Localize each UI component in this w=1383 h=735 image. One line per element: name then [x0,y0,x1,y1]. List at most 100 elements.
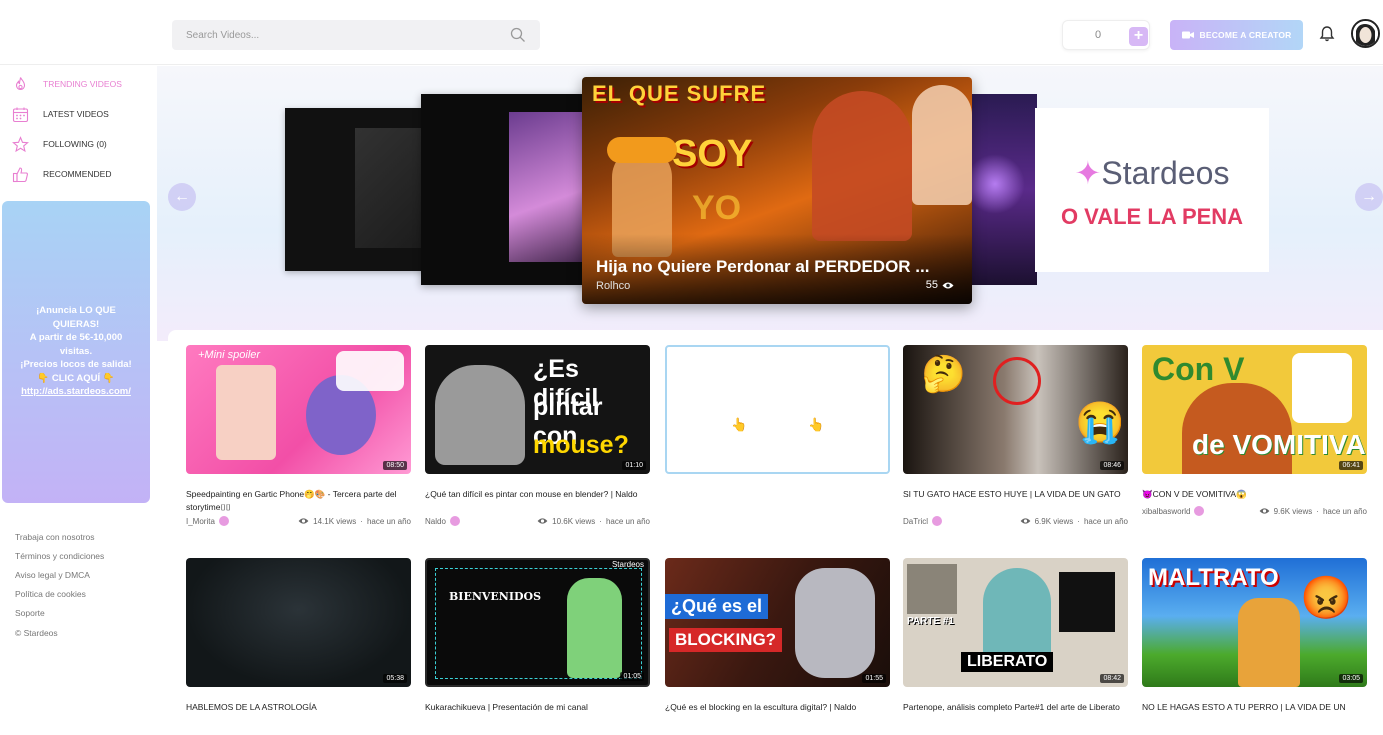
add-coins-button[interactable]: + [1129,27,1148,46]
video-duration: 03:05 [1339,674,1363,683]
star-icon [12,135,29,152]
video-card[interactable]: PARTE #1 LIBERATO 08:42 Partenope, análi… [903,558,1128,715]
search-bar[interactable] [172,20,540,50]
video-thumbnail[interactable]: Con V de VOMITIVA 06:41 [1142,345,1367,474]
video-thumbnail[interactable]: 🤔 😭 08:46 [903,345,1128,474]
video-meta: xibalbasworld 9.6K views · hace un año [1142,506,1367,516]
sidebar-item-following[interactable]: FOLLOWING (0) [12,134,107,154]
sidebar-item-recommended[interactable]: RECOMMENDED [12,164,111,184]
video-card[interactable]: 05:38 HABLEMOS DE LA ASTROLOGÍA [186,558,411,715]
flame-icon [15,76,26,90]
channel-name[interactable]: I_Morita [186,517,215,526]
carousel-prev-button[interactable]: ← [168,183,196,211]
video-title[interactable]: SI TU GATO HACE ESTO HUYE | LA VIDA DE U… [903,488,1128,514]
video-card[interactable]: +Mini spoiler 08:50 Speedpainting en Gar… [186,345,411,526]
hero-carousel: ← → ✦Stardeos O VALE LA PENA EL QUE SUFR… [157,66,1383,341]
thumb-text: 👆 [808,417,825,432]
video-card[interactable]: ¿Qué es el BLOCKING? 01:55 ¿Qué es el bl… [665,558,890,715]
sidebar-item-label: LATEST VIDEOS [43,109,109,119]
video-thumbnail[interactable]: BIENVENIDOS Stardeos 01:05 [425,558,650,687]
video-thumbnail[interactable]: ¿Es difícil pintar con mouse? 01:10 [425,345,650,474]
footer-link-cookies[interactable]: Política de cookies [15,589,86,599]
video-duration: 05:38 [383,674,407,683]
thumb-text: BLOCKING? [669,628,783,652]
bell-icon[interactable] [1318,25,1336,43]
footer-link-support[interactable]: Soporte [15,608,45,618]
calendar-icon [12,107,29,122]
featured-title[interactable]: Hija no Quiere Perdonar al PERDEDOR ... [596,257,929,277]
coin-balance: 0 + [1062,20,1150,50]
video-title[interactable]: ¿Qué es el blocking en la escultura digi… [665,701,890,715]
search-icon[interactable] [510,27,526,43]
video-card[interactable]: MALTRATO 😡 03:05 NO LE HAGAS ESTO A TU P… [1142,558,1367,715]
video-title[interactable]: HABLEMOS DE LA ASTROLOGÍA [186,701,411,715]
video-duration: 06:41 [1339,461,1363,470]
video-thumbnail[interactable]: ¿Qué es el BLOCKING? 01:55 [665,558,890,687]
become-creator-label: BECOME A CREATOR [1199,30,1292,40]
video-thumbnail[interactable]: +Mini spoiler 08:50 [186,345,411,474]
banner-tagline: O VALE LA PENA [1060,204,1244,229]
ad-link[interactable]: http://ads.stardeos.com/ [2,385,150,399]
featured-slide[interactable]: EL QUE SUFRE SOY YO Hija no Quiere Perdo… [582,77,972,304]
featured-thumb-text: YO [692,189,742,227]
carousel-next-button[interactable]: → [1355,183,1383,211]
ad-banner[interactable]: ¡Anuncia LO QUE QUIERAS! A partir de 5€-… [2,201,150,503]
video-thumbnail[interactable]: 05:38 [186,558,411,687]
video-card[interactable]: BIENVENIDOS Stardeos 01:05 Kukarachikuev… [425,558,650,715]
channel-name[interactable]: Naldo [425,517,446,526]
upload-age: hace un año [1083,516,1128,526]
video-title[interactable]: Kukarachikueva | Presentación de mi cana… [425,701,650,715]
featured-channel[interactable]: Rolhco [596,280,630,292]
video-meta: Naldo 10.6K views · hace un año [425,516,650,526]
thumb-text: de VOMITIVA [1192,429,1366,460]
video-duration: 08:42 [1100,674,1124,683]
avatar-image [1353,21,1378,46]
thumb-text: +Mini spoiler [198,349,261,361]
video-thumbnail[interactable]: MALTRATO 😡 03:05 [1142,558,1367,687]
video-duration: 08:46 [1100,461,1124,470]
video-card[interactable]: ¿Es difícil pintar con mouse? 01:10 ¿Qué… [425,345,650,526]
ad-line: 👇 CLIC AQUÍ 👇 [37,372,115,384]
verified-icon [1194,506,1205,516]
video-title[interactable]: NO LE HAGAS ESTO A TU PERRO | LA VIDA DE… [1142,701,1367,715]
footer-link-terms[interactable]: Términos y condiciones [15,551,104,561]
dot-separator: · [1316,506,1319,516]
video-card[interactable]: 👆 👆 [665,345,890,474]
ad-line: A partir de 5€-10,000 [29,332,123,343]
video-title[interactable]: ¿Qué tan difícil es pintar con mouse en … [425,488,650,514]
verified-icon [449,516,460,526]
video-card[interactable]: 🤔 😭 08:46 SI TU GATO HACE ESTO HUYE | LA… [903,345,1128,526]
sidebar-item-trending[interactable]: TRENDING VIDEOS [12,74,122,94]
thumb-text: 😡 [1300,574,1353,621]
thumb-text: 🤔 [921,353,966,394]
sidebar-item-label: FOLLOWING (0) [43,139,107,149]
become-creator-button[interactable]: BECOME A CREATOR [1170,20,1303,50]
eye-icon [537,518,548,524]
channel-name[interactable]: DaTricl [903,517,928,526]
video-meta: DaTricl 6.9K views · hace un año [903,516,1128,526]
stardeos-banner-slide[interactable]: ✦Stardeos O VALE LA PENA [1035,108,1269,272]
video-title[interactable]: Partenope, análisis completo Parte#1 del… [903,701,1128,715]
video-title[interactable]: 😈CON V DE VOMITIVA😱 [1142,488,1367,504]
dot-separator: · [1077,516,1080,526]
video-thumbnail[interactable]: 👆 👆 [665,345,890,474]
video-duration: 01:10 [622,461,646,470]
banner-brand: ✦Stardeos [1074,155,1230,191]
video-grid: +Mini spoiler 08:50 Speedpainting en Gar… [168,330,1383,735]
footer-link-work[interactable]: Trabaja con nosotros [15,532,95,542]
view-count: 14.1K views [313,516,357,526]
sidebar-item-latest[interactable]: LATEST VIDEOS [12,104,109,124]
avatar[interactable] [1351,19,1380,48]
verified-icon [932,516,943,526]
eye-icon [1020,518,1030,524]
thumb-text: 👆 [731,417,748,432]
video-thumbnail[interactable]: PARTE #1 LIBERATO 08:42 [903,558,1128,687]
dot-separator: · [360,516,363,526]
video-card[interactable]: Con V de VOMITIVA 06:41 😈CON V DE VOMITI… [1142,345,1367,516]
video-title[interactable]: Speedpainting en Gartic Phone🤭🎨 - Tercer… [186,488,411,514]
channel-name[interactable]: xibalbasworld [1142,507,1190,516]
footer-link-legal[interactable]: Aviso legal y DMCA [15,570,90,580]
eye-icon [942,282,954,288]
featured-thumb-text: SOY [672,133,753,175]
search-input[interactable] [186,29,510,41]
